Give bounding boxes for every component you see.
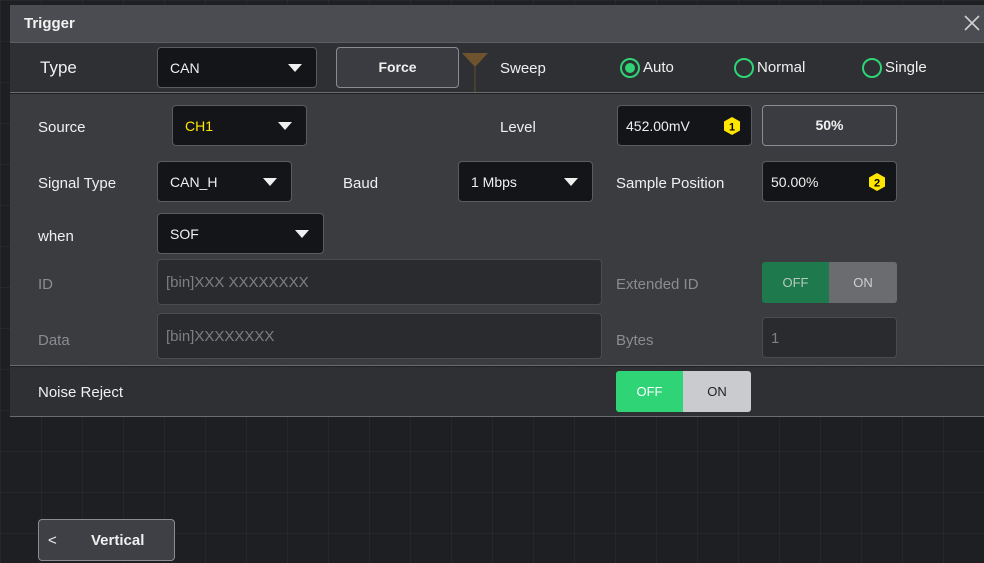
knob-1-icon: 1 (724, 117, 740, 135)
id-value: [bin]XXX XXXXXXXX (166, 274, 309, 291)
type-value: CAN (170, 60, 200, 76)
radio-checked-icon (620, 58, 640, 78)
radio-unchecked-icon (734, 58, 754, 78)
chevron-down-icon (278, 122, 292, 130)
level-input[interactable]: 452.00mV 1 (617, 105, 752, 146)
chevron-left-icon: < (48, 532, 57, 549)
source-label: Source (38, 119, 86, 136)
noise-reject-off[interactable]: OFF (616, 371, 683, 412)
vertical-menu-button[interactable]: < Vertical (38, 519, 175, 561)
oscilloscope-screen: Trigger Type CAN Force Sweep Auto Normal… (0, 0, 984, 563)
level-value: 452.00mV (626, 118, 690, 134)
chevron-down-icon (263, 178, 277, 186)
baud-dropdown[interactable]: 1 Mbps (458, 161, 593, 202)
sweep-label: Sweep (500, 60, 546, 77)
extended-id-off: OFF (762, 262, 829, 303)
dialog-titlebar: Trigger (10, 5, 984, 43)
type-row: Type CAN Force Sweep Auto Normal Single (10, 43, 984, 93)
data-input: [bin]XXXXXXXX (157, 313, 602, 359)
type-dropdown[interactable]: CAN (157, 47, 317, 88)
bytes-value: 1 (771, 330, 780, 347)
extended-id-label: Extended ID (616, 276, 699, 293)
knob-2-icon: 2 (869, 173, 885, 191)
sweep-auto-label: Auto (643, 59, 674, 76)
chevron-down-icon (295, 230, 309, 238)
can-settings-panel: Source CH1 Level 452.00mV 1 50% Signal T… (10, 94, 984, 366)
id-label: ID (38, 276, 53, 293)
source-value: CH1 (185, 118, 214, 134)
noise-reject-on[interactable]: ON (683, 371, 751, 412)
signal-type-dropdown[interactable]: CAN_H (157, 161, 292, 202)
close-icon[interactable] (960, 11, 984, 35)
noise-reject-row: Noise Reject OFF ON (10, 367, 984, 417)
chevron-down-icon (288, 64, 302, 72)
trigger-marker-icon (462, 53, 488, 93)
signal-type-label: Signal Type (38, 175, 117, 192)
sample-position-input[interactable]: 50.00% 2 (762, 161, 897, 202)
vertical-label: Vertical (91, 532, 145, 549)
sweep-auto-radio[interactable]: Auto (620, 57, 720, 79)
bytes-input: 1 (762, 317, 897, 358)
source-dropdown[interactable]: CH1 (172, 105, 307, 146)
baud-value: 1 Mbps (471, 174, 517, 190)
radio-unchecked-icon (862, 58, 882, 78)
knob-1-label: 1 (729, 122, 735, 134)
data-label: Data (38, 332, 70, 349)
baud-label: Baud (343, 175, 379, 192)
when-value: SOF (170, 226, 199, 242)
chevron-down-icon (564, 178, 578, 186)
when-dropdown[interactable]: SOF (157, 213, 324, 254)
when-label: when (38, 228, 74, 245)
signal-type-value: CAN_H (170, 174, 218, 190)
data-value: [bin]XXXXXXXX (166, 328, 275, 345)
noise-reject-label: Noise Reject (38, 384, 124, 401)
type-label: Type (40, 58, 77, 77)
sweep-single-radio[interactable]: Single (862, 57, 962, 79)
extended-id-toggle: OFF ON (762, 262, 897, 303)
dialog-title: Trigger (24, 15, 75, 32)
force-button[interactable]: Force (336, 47, 459, 88)
sample-position-value: 50.00% (771, 174, 819, 190)
bytes-label: Bytes (616, 332, 654, 349)
sweep-single-label: Single (885, 59, 927, 76)
level-50-button[interactable]: 50% (762, 105, 897, 146)
sample-position-label: Sample Position (616, 175, 725, 192)
sweep-normal-label: Normal (757, 59, 806, 76)
noise-reject-toggle[interactable]: OFF ON (616, 371, 751, 412)
knob-2-label: 2 (874, 178, 880, 190)
id-input: [bin]XXX XXXXXXXX (157, 259, 602, 305)
sweep-normal-radio[interactable]: Normal (734, 57, 834, 79)
level-label: Level (500, 119, 536, 136)
extended-id-on: ON (829, 262, 897, 303)
